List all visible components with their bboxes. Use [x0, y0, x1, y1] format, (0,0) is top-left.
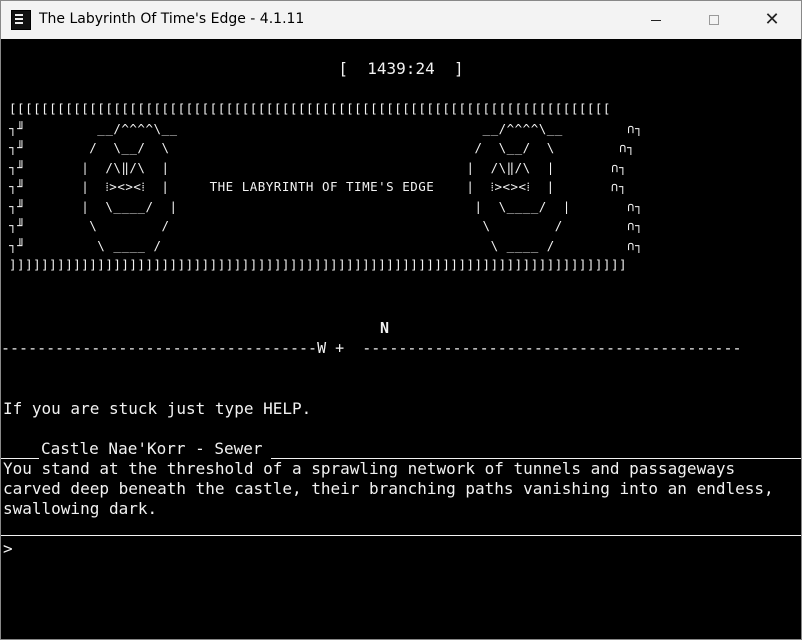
compass-line: -----------------------------------W + -…	[1, 339, 742, 357]
maximize-icon	[709, 15, 719, 25]
app-icon	[11, 10, 31, 30]
close-button[interactable]: ✕	[743, 1, 801, 39]
close-icon: ✕	[764, 9, 780, 30]
banner-line: ┐╜ __/^^^^\__ __/^^^^\__ ∩┐	[1, 120, 644, 136]
title-bar[interactable]: The Labyrinth Of Time's Edge - 4.1.11 ✕	[1, 1, 801, 39]
banner-line: ┐╜ \ ____ / \ ____ / ∩┐	[1, 237, 644, 253]
room-title: Castle Nae'Korr - Sewer	[41, 439, 263, 458]
input-divider	[1, 535, 801, 536]
banner-line: [[[[[[[[[[[[[[[[[[[[[[[[[[[[[[[[[[[[[[[[…	[1, 101, 611, 116]
window-title: The Labyrinth Of Time's Edge - 4.1.11	[39, 11, 305, 27]
terminal-screen[interactable]: [ 1439:24 ] [[[[[[[[[[[[[[[[[[[[[[[[[[[[…	[1, 39, 801, 639]
maximize-button[interactable]	[685, 1, 743, 39]
command-input[interactable]	[17, 539, 797, 559]
room-description: You stand at the threshold of a sprawlin…	[3, 459, 774, 518]
minimize-button[interactable]	[627, 1, 685, 39]
help-hint: If you are stuck just type HELP.	[3, 399, 312, 418]
game-window: The Labyrinth Of Time's Edge - 4.1.11 ✕ …	[0, 0, 802, 640]
title-banner: [[[[[[[[[[[[[[[[[[[[[[[[[[[[[[[[[[[[[[[[…	[1, 99, 801, 275]
game-timer: [ 1439:24 ]	[338, 59, 464, 78]
banner-line: ┐╜ / \__/ \ / \__/ \ ∩┐	[1, 140, 636, 155]
banner-line: ┐╜ | \____/ | | \____/ | ∩┐	[1, 198, 644, 214]
banner-line: ┐╜ \ / \ / ∩┐	[1, 218, 644, 233]
banner-line: ┐╜ | /\‖/\ | | /\‖/\ | ∩┐	[1, 159, 627, 175]
minimize-icon	[651, 19, 661, 21]
banner-line: ┐╜ | ⁞><><⁞ | THE LABYRINTH OF TIME'S ED…	[1, 179, 627, 194]
command-prompt: >	[3, 539, 13, 558]
banner-line: ]]]]]]]]]]]]]]]]]]]]]]]]]]]]]]]]]]]]]]]]…	[1, 257, 627, 272]
compass-north: N	[380, 319, 390, 337]
